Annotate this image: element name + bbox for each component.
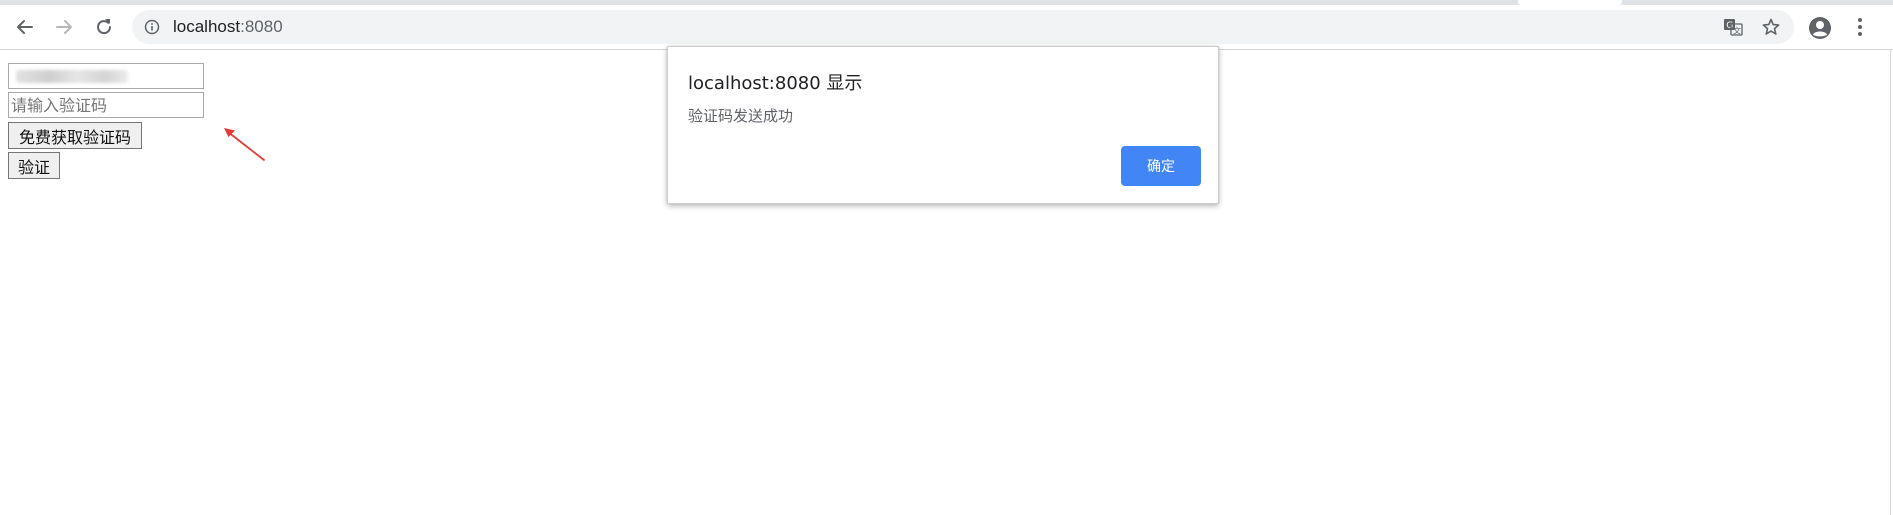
reload-icon bbox=[97, 19, 112, 35]
translate-icon[interactable]: G 文 bbox=[1723, 18, 1743, 36]
url-text[interactable]: localhost:8080 bbox=[173, 17, 283, 37]
verification-code-input-wrap[interactable] bbox=[8, 92, 204, 118]
forward-button[interactable] bbox=[49, 12, 79, 42]
page-right-edge bbox=[1890, 50, 1891, 515]
ok-button[interactable]: 确定 bbox=[1121, 146, 1201, 186]
account-circle-icon[interactable] bbox=[1808, 16, 1832, 40]
alert-dialog: localhost:8080 显示 验证码发送成功 确定 bbox=[667, 46, 1219, 204]
dialog-message: 验证码发送成功 bbox=[688, 107, 794, 125]
star-icon[interactable] bbox=[1762, 18, 1780, 36]
verification-code-input[interactable] bbox=[9, 93, 203, 117]
svg-text:文: 文 bbox=[1733, 26, 1741, 36]
arrow-right-icon bbox=[56, 20, 72, 34]
info-icon[interactable] bbox=[144, 19, 160, 35]
url-port: :8080 bbox=[240, 17, 283, 36]
kebab-menu-icon[interactable] bbox=[1856, 15, 1864, 39]
obscured-phone-number bbox=[16, 70, 128, 83]
address-bar[interactable]: localhost:8080 G 文 bbox=[132, 10, 1794, 44]
get-code-button[interactable]: 免费获取验证码 bbox=[8, 122, 142, 149]
phone-input[interactable] bbox=[8, 63, 204, 89]
red-annotation-arrow bbox=[224, 128, 265, 161]
back-button[interactable] bbox=[10, 12, 40, 42]
reload-button[interactable] bbox=[89, 12, 119, 42]
dialog-title: localhost:8080 显示 bbox=[688, 73, 863, 94]
arrow-left-icon bbox=[17, 20, 33, 34]
url-host: localhost bbox=[173, 17, 241, 36]
browser-toolbar: localhost:8080 G 文 bbox=[0, 5, 1893, 50]
verify-button[interactable]: 验证 bbox=[8, 152, 60, 179]
